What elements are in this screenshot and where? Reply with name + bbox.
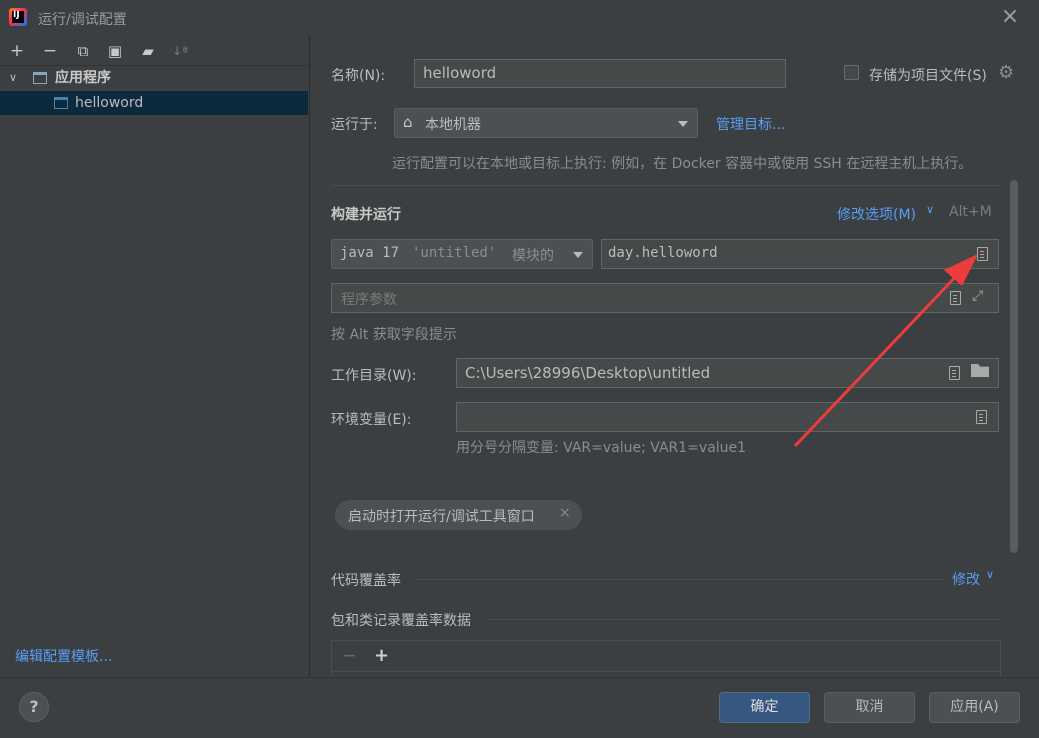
save-icon[interactable]: ▣ xyxy=(104,40,126,62)
folder-icon[interactable] xyxy=(971,364,989,377)
program-args-field[interactable]: 程序参数 ⤢ xyxy=(331,283,999,313)
jdk-version: java 17 xyxy=(340,245,400,261)
sort-icon[interactable]: ↓ª xyxy=(169,40,191,62)
coverage-title: 代码覆盖率 xyxy=(331,573,401,589)
jdk-module: 'untitled' xyxy=(412,245,497,261)
coverage-modify-link[interactable]: 修改 xyxy=(952,569,980,589)
cancel-button[interactable]: 取消 xyxy=(824,692,915,723)
intellij-logo-icon: IJ xyxy=(9,8,27,26)
gear-icon[interactable]: ⚙ xyxy=(998,64,1016,82)
table-divider xyxy=(332,671,1000,672)
browse-class-icon[interactable] xyxy=(977,247,988,261)
title-bar xyxy=(0,0,1039,36)
config-tree-panel xyxy=(0,36,310,677)
section-divider xyxy=(415,579,945,580)
tree-item-helloword[interactable]: helloword xyxy=(0,91,308,115)
edit-config-templates-link[interactable]: 编辑配置模板... xyxy=(15,646,112,666)
section-divider xyxy=(331,185,1001,186)
application-config-icon xyxy=(54,97,68,109)
chip-label: 启动时打开运行/调试工具窗口 xyxy=(348,509,535,525)
coverage-packages-title: 包和类记录覆盖率数据 xyxy=(331,613,471,629)
dialog-title: 运行/调试配置 xyxy=(38,12,127,28)
run-on-value: 本地机器 xyxy=(425,117,481,133)
chip-close-icon[interactable]: × xyxy=(559,505,571,521)
manage-targets-link[interactable]: 管理目标... xyxy=(716,114,785,134)
insert-macro-icon[interactable] xyxy=(950,291,961,305)
open-tool-window-chip[interactable]: 启动时打开运行/调试工具窗口 × xyxy=(335,500,582,530)
close-icon[interactable]: × xyxy=(1000,6,1020,28)
chevron-down-icon[interactable]: ∨ xyxy=(9,66,17,90)
modify-shortcut: Alt+M xyxy=(949,204,992,220)
program-args-placeholder: 程序参数 xyxy=(341,292,397,308)
insert-macro-icon[interactable] xyxy=(949,366,960,380)
scrollbar-thumb[interactable] xyxy=(1010,180,1018,553)
home-icon: ⌂ xyxy=(403,113,413,131)
workdir-value: C:\Users\28996\Desktop\untitled xyxy=(465,364,711,382)
env-label: 环境变量(E): xyxy=(331,412,412,428)
main-class-value: day.helloword xyxy=(608,245,718,261)
remove-pattern-icon[interactable]: − xyxy=(342,646,356,666)
application-icon xyxy=(33,72,47,84)
env-hint: 用分号分隔变量: VAR=value; VAR1=value1 xyxy=(456,440,747,456)
name-field[interactable]: helloword xyxy=(414,59,786,88)
run-on-select[interactable]: ⌂ 本地机器 xyxy=(394,108,698,138)
coverage-patterns-table: − + xyxy=(331,640,1001,677)
add-icon[interactable]: + xyxy=(6,40,28,62)
jdk-select[interactable]: java 17 'untitled' 模块的 xyxy=(331,239,593,269)
chevron-down-icon xyxy=(678,121,688,127)
tree-item-label: helloword xyxy=(75,95,144,111)
store-as-file-label: 存储为项目文件(S) xyxy=(869,68,987,84)
expand-icon[interactable]: ⤢ xyxy=(972,288,983,304)
chevron-down-icon: ∨ xyxy=(986,568,995,581)
build-run-title: 构建并运行 xyxy=(331,207,401,223)
store-as-file-checkbox[interactable] xyxy=(844,65,859,80)
name-label: 名称(N): xyxy=(331,68,386,84)
run-on-label: 运行于: xyxy=(331,117,378,133)
new-folder-icon[interactable]: ▰ xyxy=(137,40,159,62)
alt-hint: 按 Alt 获取字段提示 xyxy=(331,327,457,343)
ok-button[interactable]: 确定 xyxy=(719,692,810,723)
chevron-down-icon xyxy=(573,252,583,258)
workdir-label: 工作目录(W): xyxy=(331,368,417,384)
copy-icon[interactable]: ⧉ xyxy=(72,40,94,62)
section-divider xyxy=(489,619,1001,620)
run-on-hint: 运行配置可以在本地或目标上执行: 例如，在 Docker 容器中或使用 SSH … xyxy=(392,156,973,172)
workdir-field[interactable]: C:\Users\28996\Desktop\untitled xyxy=(456,358,999,388)
help-button[interactable]: ? xyxy=(19,692,49,722)
jdk-suffix: 模块的 xyxy=(512,248,554,264)
chevron-down-icon: ∨ xyxy=(926,203,935,216)
edit-env-icon[interactable] xyxy=(976,410,987,424)
tree-item-application[interactable]: ∨ 应用程序 xyxy=(0,66,309,90)
main-class-field[interactable]: day.helloword xyxy=(601,239,999,269)
modify-options-link[interactable]: 修改选项(M) xyxy=(837,204,916,224)
apply-button[interactable]: 应用(A) xyxy=(929,692,1020,723)
remove-icon[interactable]: − xyxy=(39,40,61,62)
tree-item-label: 应用程序 xyxy=(55,70,111,86)
env-field[interactable] xyxy=(456,402,999,432)
add-pattern-icon[interactable]: + xyxy=(374,645,389,666)
